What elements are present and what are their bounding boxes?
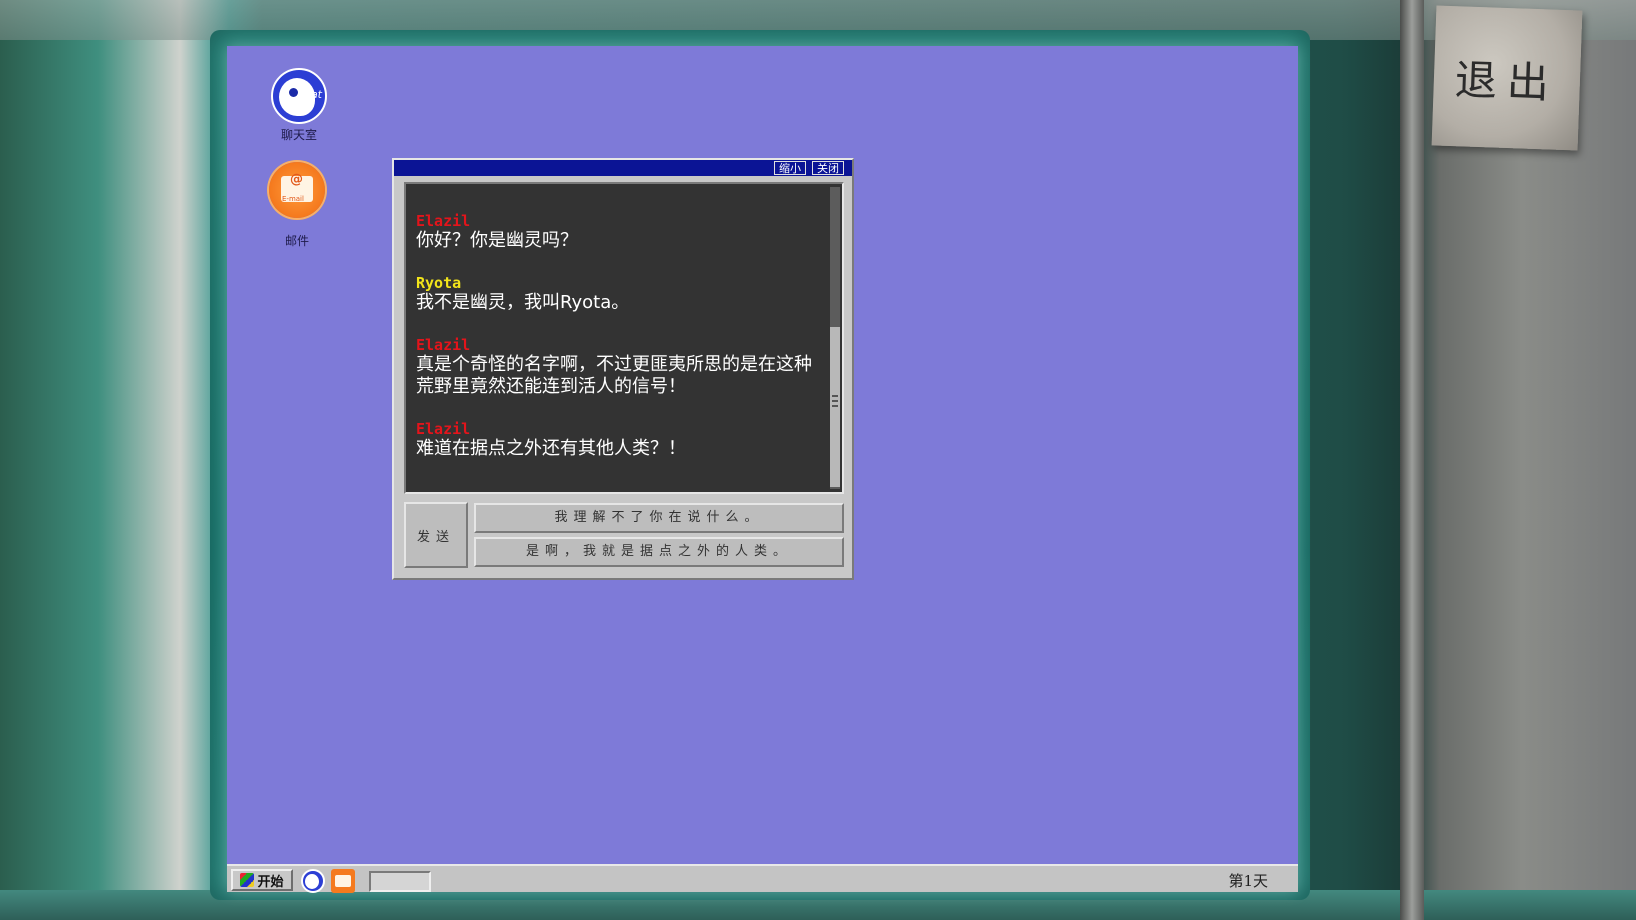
taskbar-window-slot[interactable] [369, 871, 431, 892]
message-pane: Elazil 你好？你是幽灵吗？ Ryota 我不是幽灵，我叫Ryota。 El… [404, 182, 844, 494]
message-list: Elazil 你好？你是幽灵吗？ Ryota 我不是幽灵，我叫Ryota。 El… [416, 212, 821, 482]
day-counter: 第1天 [1228, 872, 1268, 890]
message-sender: Elazil [416, 212, 471, 230]
chat-window: 缩小 关闭 Elazil 你好？你是幽灵吗？ Ryota 我不是幽灵，我叫Ryo… [392, 158, 854, 580]
desktop-icon-chat[interactable]: chat 聊天室 [257, 68, 341, 143]
message-sender: Elazil [416, 420, 471, 438]
send-button[interactable]: 发送 [404, 502, 468, 568]
reply-option-2[interactable]: 是啊，我就是据点之外的人类。 [474, 537, 844, 567]
start-button[interactable]: 开始 [231, 869, 293, 891]
message-text: 真是个奇怪的名字啊，不过更匪夷所思的是在这种荒野里竟然还能连到活人的信号！ [416, 354, 812, 397]
message-text: 我不是幽灵，我叫Ryota。 [416, 292, 630, 313]
scrollbar-thumb[interactable] [830, 327, 840, 487]
desktop-icon-label: 邮件 [284, 234, 309, 248]
window-titlebar[interactable]: 缩小 关闭 [394, 160, 852, 176]
desktop-icon-mail[interactable]: @ E-mail 邮件 [255, 162, 339, 249]
start-label: 开始 [257, 874, 284, 890]
start-logo-icon [240, 873, 255, 887]
minimize-button[interactable]: 缩小 [774, 161, 806, 175]
taskbar: 开始 第1天 [227, 864, 1298, 893]
scrollbar[interactable] [830, 187, 840, 489]
close-button[interactable]: 关闭 [812, 161, 844, 175]
desktop-icon-label: 聊天室 [280, 128, 317, 142]
monitor-screen: chat 聊天室 @ E-mail 邮件 缩小 关闭 Elazil 你好？你是幽… [227, 46, 1298, 893]
taskbar-mail-icon[interactable] [331, 869, 355, 893]
taskbar-chat-icon[interactable] [301, 869, 325, 893]
message-sender: Ryota [416, 274, 462, 292]
message-text: 难道在据点之外还有其他人类？！ [416, 438, 686, 459]
chat-message: Elazil 难道在据点之外还有其他人类？！ [416, 420, 821, 460]
door-frame [1400, 0, 1424, 920]
reply-option-1[interactable]: 我理解不了你在说什么。 [474, 503, 844, 533]
message-text: 你好？你是幽灵吗？ [416, 230, 578, 251]
mail-icon: @ E-mail [269, 162, 325, 218]
chat-message: Elazil 真是个奇怪的名字啊，不过更匪夷所思的是在这种荒野里竟然还能连到活人… [416, 336, 821, 398]
chat-message: Ryota 我不是幽灵，我叫Ryota。 [416, 274, 821, 314]
chat-message: Elazil 你好？你是幽灵吗？ [416, 212, 821, 252]
chat-icon: chat [271, 68, 327, 124]
exit-button[interactable]: 退出 [1431, 5, 1583, 151]
message-sender: Elazil [416, 336, 471, 354]
